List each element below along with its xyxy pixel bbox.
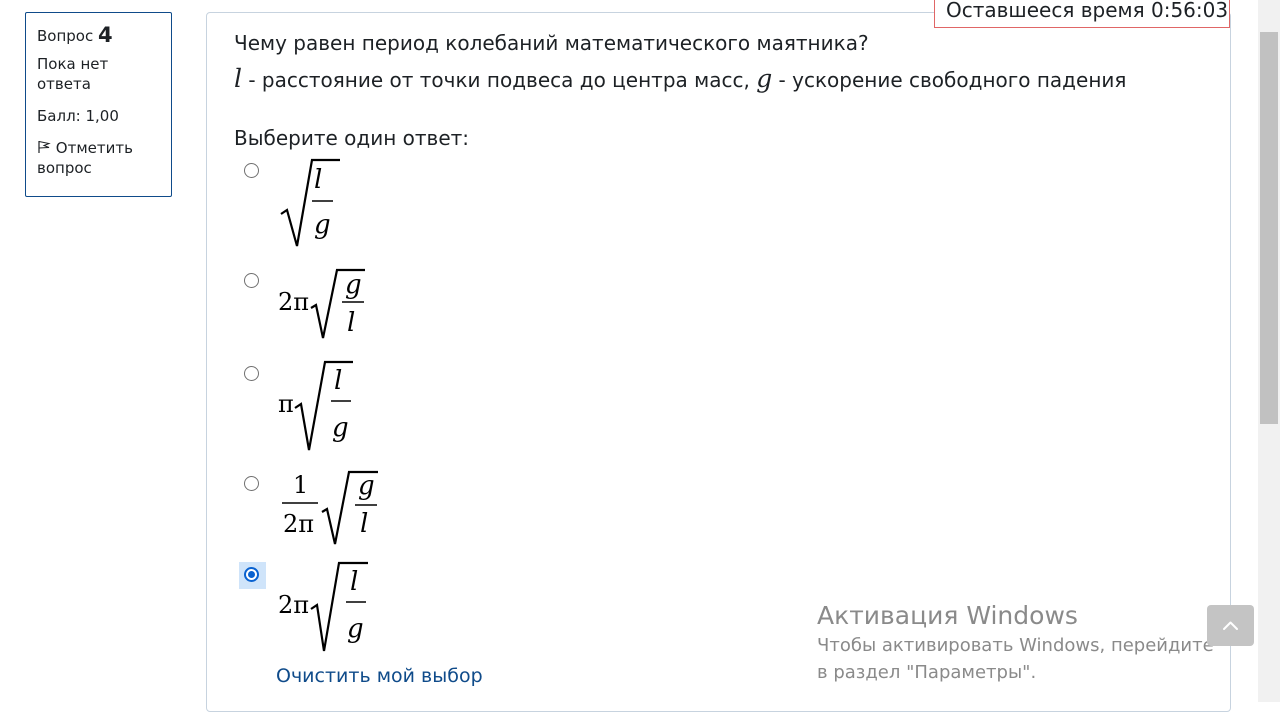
formula-denominator: l <box>347 308 355 338</box>
formula-coefficient: 2π <box>278 591 309 619</box>
answer-radio-2[interactable] <box>244 273 259 288</box>
question-grade: Балл: 1,00 <box>37 107 119 125</box>
variable-l-description: - расстояние от точки подвеса до центра … <box>242 68 757 92</box>
answer-prompt: Выберите один ответ: <box>234 126 470 150</box>
flag-question-link[interactable]: Отметить вопрос <box>37 138 161 178</box>
formula-denominator: l <box>360 509 368 539</box>
formula-numerator: g <box>358 471 375 501</box>
question-info-panel: Вопрос 4 Пока нет ответа Балл: 1,00 Отме… <box>25 12 172 197</box>
formula-denominator: g <box>332 413 349 443</box>
flag-outline-icon <box>38 141 51 153</box>
question-text: Чему равен период колебаний математическ… <box>234 31 869 55</box>
answer-radio-5[interactable] <box>244 567 259 582</box>
formula-numerator: g <box>345 270 362 300</box>
answer-radio-1[interactable] <box>244 163 259 178</box>
quiz-timer: Оставшееся время 0:56:03 <box>934 0 1230 28</box>
page-scrollbar[interactable] <box>1258 0 1280 702</box>
answer-formula-3[interactable]: π l g <box>278 356 368 456</box>
question-variables-description: l - расстояние от точки подвеса до центр… <box>234 66 1126 93</box>
formula-denominator: g <box>314 210 331 240</box>
back-to-top-button[interactable] <box>1207 605 1254 646</box>
flag-question-label: Отметить вопрос <box>37 139 133 177</box>
variable-l: l <box>234 64 242 93</box>
windows-activation-watermark: Активация Windows Чтобы активировать Win… <box>817 601 1217 686</box>
variable-g: g <box>756 64 773 93</box>
formula-numerator: l <box>314 165 322 195</box>
formula-denominator: g <box>347 614 364 644</box>
answer-radio-4[interactable] <box>244 476 259 491</box>
clear-choice-link[interactable]: Очистить мой выбор <box>276 665 483 687</box>
watermark-text: Чтобы активировать Windows, перейдите в … <box>817 635 1214 683</box>
answer-formula-2[interactable]: 2π g l <box>278 264 378 344</box>
answer-formula-1[interactable]: l g <box>278 154 348 254</box>
formula-fraction-denominator: 2π <box>283 510 314 538</box>
formula-coefficient: π <box>278 390 294 418</box>
scrollbar-thumb[interactable] <box>1260 32 1278 424</box>
formula-numerator: l <box>334 366 342 396</box>
variable-g-description: - ускорение свободного падения <box>772 68 1127 92</box>
formula-coefficient: 2π <box>278 288 309 316</box>
formula-numerator: l <box>350 567 358 597</box>
question-number: Вопрос 4 <box>37 25 161 46</box>
watermark-title: Активация Windows <box>817 601 1078 630</box>
question-label: Вопрос <box>37 27 94 45</box>
formula-fraction-numerator: 1 <box>293 471 308 499</box>
answer-radio-3[interactable] <box>244 366 259 381</box>
answer-formula-4[interactable]: 1 2π g l <box>278 466 388 551</box>
question-number-value: 4 <box>98 23 113 47</box>
chevron-up-icon <box>1223 621 1238 630</box>
question-state: Пока нет ответа <box>37 55 109 93</box>
answer-formula-5[interactable]: 2π l g <box>278 557 378 657</box>
